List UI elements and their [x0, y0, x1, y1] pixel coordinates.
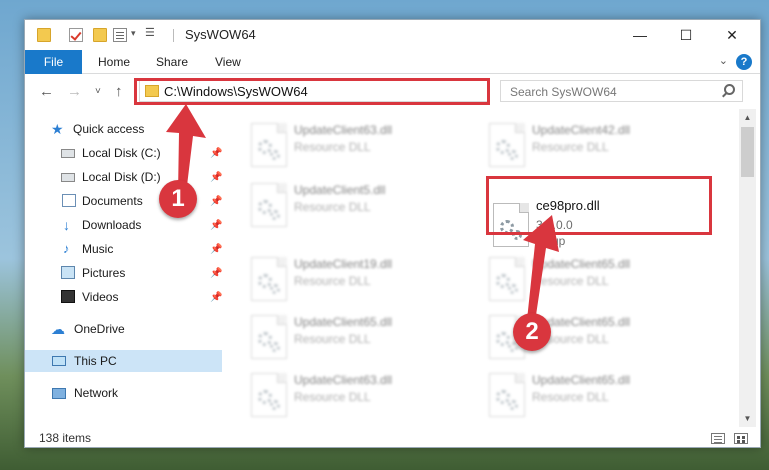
step-1-badge: 1: [159, 180, 197, 218]
annotation-arrows: [166, 104, 559, 322]
step-2-badge: 2: [513, 313, 551, 351]
arrow-to-file: [523, 215, 559, 322]
